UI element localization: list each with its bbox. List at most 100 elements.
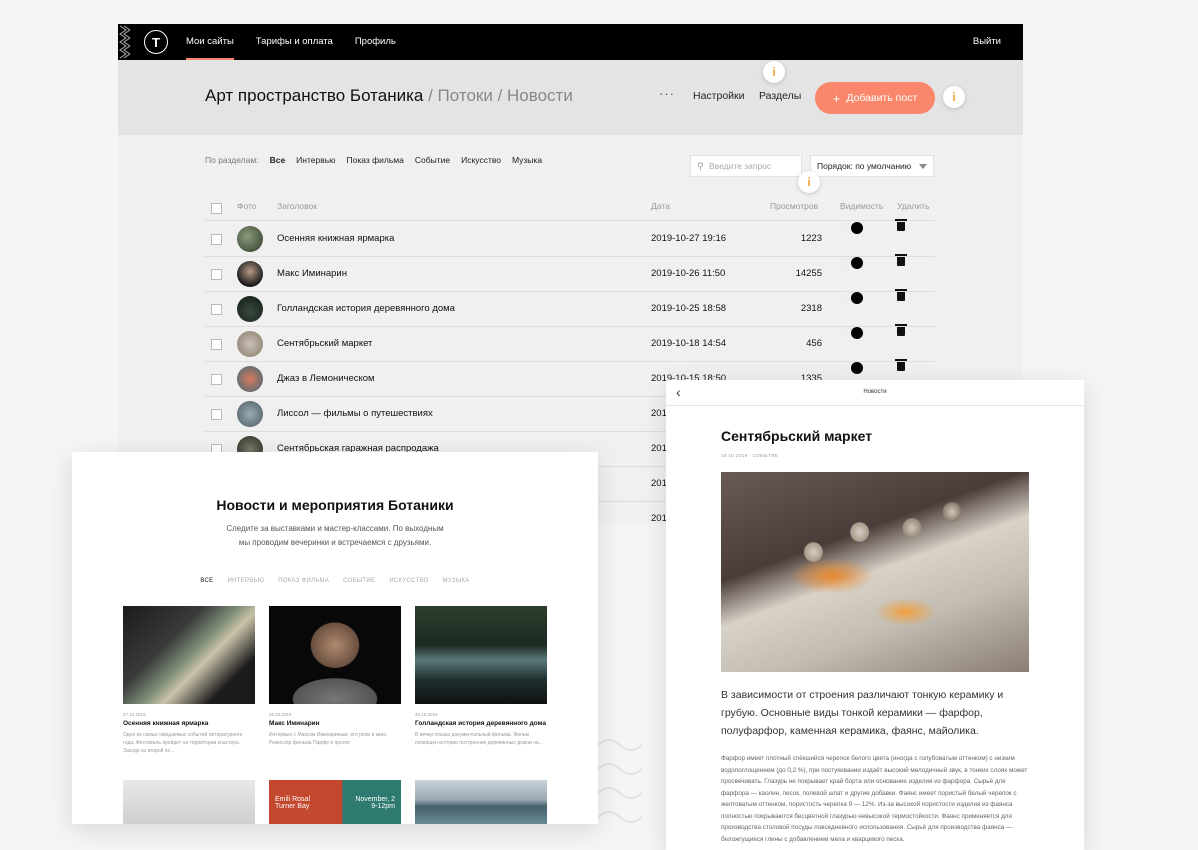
trash-icon[interactable]	[895, 254, 907, 266]
card-description: Интервью с Максом Иминариным, его роли в…	[269, 732, 388, 746]
trash-icon[interactable]	[895, 289, 907, 301]
news-tab-film[interactable]: ПОКАЗ ФИЛЬМА	[278, 578, 329, 584]
card-image[interactable]	[415, 780, 547, 824]
row-title[interactable]: Макс Иминарин	[277, 268, 347, 279]
article-title: Сентябрьский маркет	[721, 428, 873, 444]
nav-tariffs[interactable]: Тарифы и оплата	[256, 24, 333, 60]
info-icon[interactable]: i	[763, 61, 785, 83]
news-tab-music[interactable]: МУЗЫКА	[443, 578, 470, 584]
filters-label: По разделам:	[205, 155, 259, 165]
sections-link[interactable]: Разделы	[759, 90, 801, 102]
card-date: 27.10.2019	[123, 712, 146, 717]
card-description: Одно из самых ожидаемых событий литерату…	[123, 732, 243, 754]
table-row[interactable]: Макс Иминарин 2019-10-26 11:50 14255	[205, 254, 935, 292]
news-card[interactable]: 27.10.2019 Осенняя книжная ярмарка Одно …	[123, 606, 255, 755]
filter-film[interactable]: Показ фильма	[347, 155, 404, 165]
row-title[interactable]: Голландская история деревянного дома	[277, 303, 455, 314]
more-options-icon[interactable]: ···	[659, 86, 675, 101]
row-photo	[237, 261, 263, 287]
select-all-checkbox[interactable]	[211, 203, 222, 214]
card-image	[269, 606, 401, 704]
row-title[interactable]: Осенняя книжная ярмарка	[277, 233, 394, 244]
zigzag-decoration	[119, 25, 130, 59]
filter-art[interactable]: Искусство	[461, 155, 501, 165]
logout-link[interactable]: Выйти	[973, 24, 1001, 60]
row-checkbox[interactable]	[211, 374, 222, 385]
poster-row: Emili Rosal November, 2	[275, 796, 395, 803]
news-tab-all[interactable]: ВСЕ	[200, 578, 213, 584]
card-title[interactable]: Голландская история деревянного дома	[415, 720, 547, 727]
visibility-toggle[interactable]	[841, 257, 863, 269]
search-placeholder: Введите запрос	[709, 161, 772, 171]
article-lead: В зависимости от строения различают тонк…	[721, 689, 1004, 737]
row-title[interactable]: Лиссол — фильмы о путешествиях	[277, 408, 433, 419]
news-tab-event[interactable]: СОБЫТИЕ	[343, 578, 375, 584]
row-checkbox[interactable]	[211, 234, 222, 245]
search-input[interactable]: ⚲ Введите запрос	[690, 155, 802, 177]
settings-link[interactable]: Настройки	[693, 90, 745, 102]
visibility-toggle[interactable]	[841, 327, 863, 339]
row-date: 2019-10-26 11:50	[651, 268, 726, 279]
news-subtitle-line: Следите за выставками и мастер-классами.…	[226, 524, 444, 533]
filter-event[interactable]: Событие	[415, 155, 450, 165]
card-image[interactable]	[123, 780, 255, 824]
news-tab-interview[interactable]: ИНТЕРВЬЮ	[227, 578, 264, 584]
card-title[interactable]: Осенняя книжная ярмарка	[123, 720, 255, 727]
news-title: Новости и мероприятия Ботаники	[216, 497, 454, 513]
top-nav: Мои сайты Тарифы и оплата Профиль	[186, 24, 418, 60]
filter-interview[interactable]: Интервью	[296, 155, 335, 165]
breadcrumb-separator: /	[492, 86, 508, 105]
news-tabs: ВСЕ ИНТЕРВЬЮ ПОКАЗ ФИЛЬМА СОБЫТИЕ ИСКУСС…	[72, 578, 598, 584]
table-header: Фото Заголовок Дата Просмотров Видимость…	[205, 201, 935, 221]
col-photo: Фото	[237, 201, 257, 211]
row-checkbox[interactable]	[211, 304, 222, 315]
trash-icon[interactable]	[895, 359, 907, 371]
table-row[interactable]: Осенняя книжная ярмарка 2019-10-27 19:16…	[205, 219, 935, 257]
row-photo	[237, 366, 263, 392]
visibility-toggle[interactable]	[841, 292, 863, 304]
row-title[interactable]: Сентябрьский маркет	[277, 338, 372, 349]
row-checkbox[interactable]	[211, 339, 222, 350]
chevron-down-icon	[919, 164, 927, 169]
card-image	[415, 606, 547, 704]
breadcrumb-separator: /	[423, 86, 438, 105]
wave-decoration	[598, 739, 642, 823]
sort-select[interactable]: Порядок: по умолчанию	[810, 155, 934, 177]
table-row[interactable]: Сентябрьский маркет 2019-10-18 14:54 456	[205, 324, 935, 362]
poster-time: 9-12pm	[371, 803, 395, 810]
info-icon[interactable]: i	[798, 171, 820, 193]
visibility-toggle[interactable]	[841, 222, 863, 234]
news-card[interactable]: 26.10.2019 Макс Иминарин Интервью с Макс…	[269, 606, 401, 747]
row-checkbox[interactable]	[211, 409, 222, 420]
row-checkbox[interactable]	[211, 269, 222, 280]
table-row[interactable]: Голландская история деревянного дома 201…	[205, 289, 935, 327]
row-views: 456	[806, 338, 822, 349]
visibility-toggle[interactable]	[841, 362, 863, 374]
news-card[interactable]: 25.10.2019 Голландская история деревянно…	[415, 606, 547, 747]
page-header: Арт пространство Ботаника / Потоки / Нов…	[118, 60, 1023, 135]
news-tab-art[interactable]: ИСКУССТВО	[389, 578, 428, 584]
card-title[interactable]: Макс Иминарин	[269, 720, 401, 727]
card-image	[123, 606, 255, 704]
article-meta: 18.10.2019 · СОБЫТИЕ	[721, 453, 779, 458]
add-post-button[interactable]: + Добавить пост	[815, 82, 935, 114]
poster-image[interactable]: Emili Rosal November, 2 Turner Bay 9-12p…	[269, 780, 401, 824]
filter-all[interactable]: Все	[270, 155, 286, 165]
filter-music[interactable]: Музыка	[512, 155, 542, 165]
breadcrumb-site[interactable]: Арт пространство Ботаника	[205, 86, 423, 105]
add-post-label: Добавить пост	[846, 92, 918, 104]
breadcrumb-streams[interactable]: Потоки	[438, 86, 493, 105]
tilda-logo[interactable]: T	[144, 30, 168, 54]
poster-artist: Emili Rosal	[275, 796, 311, 803]
row-photo	[237, 226, 263, 252]
nav-my-sites[interactable]: Мои сайты	[186, 24, 234, 60]
poster-row: Turner Bay 9-12pm	[275, 803, 395, 810]
info-icon[interactable]: i	[943, 86, 965, 108]
trash-icon[interactable]	[895, 219, 907, 231]
news-subtitle: Следите за выставками и мастер-классами.…	[212, 522, 458, 550]
trash-icon[interactable]	[895, 324, 907, 336]
col-visibility: Видимость	[840, 201, 884, 211]
col-date: Дата	[651, 201, 670, 211]
row-title[interactable]: Джаз в Лемоническом	[277, 373, 375, 384]
nav-profile[interactable]: Профиль	[355, 24, 396, 60]
